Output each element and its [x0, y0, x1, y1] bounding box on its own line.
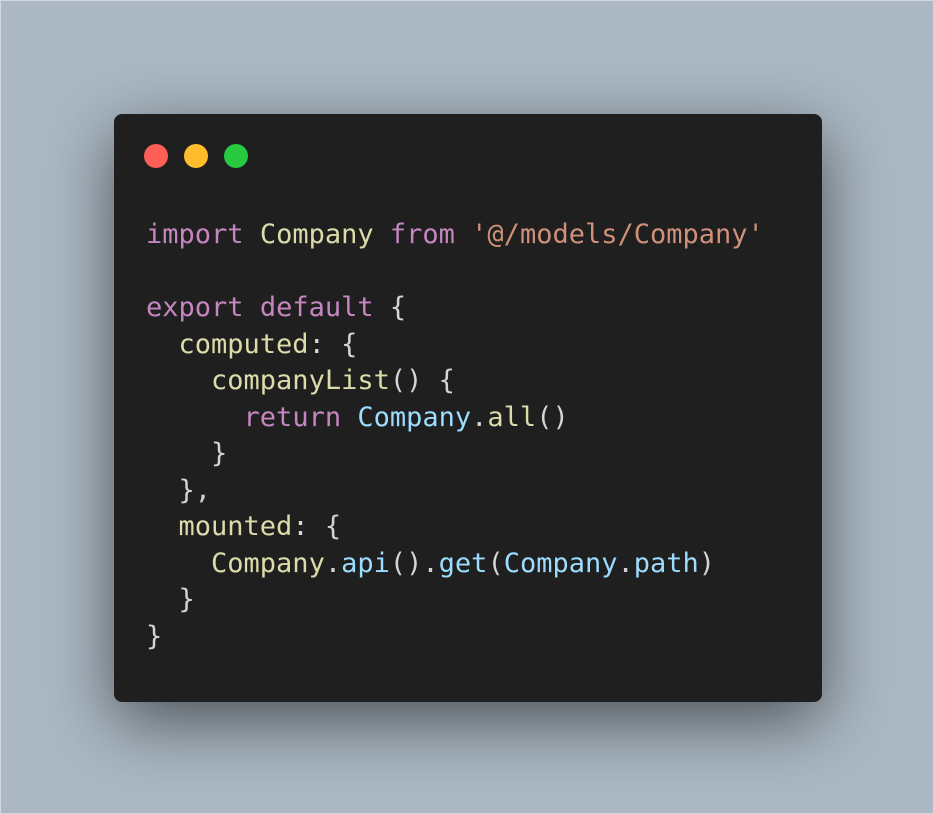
- code-window: import Company from '@/models/Company' ex…: [114, 114, 822, 702]
- code-token-variable: Company: [503, 547, 618, 579]
- code-token-variable: path: [633, 547, 699, 579]
- code-token-punctuation: [146, 548, 211, 579]
- code-line: computed: {: [146, 327, 764, 364]
- code-token-punctuation: (): [536, 401, 569, 433]
- code-token-identifier: mounted: [178, 511, 293, 542]
- code-token-punctuation: : {: [308, 328, 358, 360]
- code-token-punctuation: }: [146, 620, 163, 652]
- code-token-variable: Company: [357, 401, 472, 433]
- code-token-identifier: all: [487, 401, 537, 433]
- code-token-punctuation: [146, 365, 211, 396]
- code-token-punctuation: ): [698, 547, 716, 579]
- screenshot-background: import Company from '@/models/Company' ex…: [0, 0, 934, 814]
- code-token-punctuation: : {: [292, 511, 342, 542]
- code-line: },: [146, 473, 764, 510]
- window-controls: [144, 144, 248, 168]
- code-line: companyList() {: [146, 363, 764, 400]
- code-token-punctuation: [341, 402, 357, 433]
- code-token-keyword: default: [259, 292, 374, 323]
- code-token-keyword: from: [389, 219, 455, 250]
- code-token-keyword: export: [146, 292, 244, 323]
- code-token-variable: get: [438, 547, 488, 579]
- code-token-punctuation: }: [146, 584, 195, 615]
- code-token-identifier: companyList: [211, 365, 390, 396]
- code-token-variable: api: [341, 547, 390, 579]
- code-token-punctuation: [374, 219, 390, 250]
- code-token-keyword: return: [243, 401, 342, 433]
- code-token-identifier: computed: [178, 328, 309, 360]
- code-line: return Company.all(): [146, 400, 764, 437]
- code-token-punctuation: [146, 511, 179, 542]
- code-token-punctuation: [455, 219, 471, 250]
- code-token-identifier: Company: [259, 219, 374, 250]
- code-line: }: [146, 582, 764, 619]
- code-token-punctuation: {: [373, 292, 407, 323]
- code-token-keyword: import: [146, 219, 244, 250]
- code-block: import Company from '@/models/Company' ex…: [146, 217, 764, 655]
- code-token-punctuation: () {: [389, 365, 455, 396]
- code-line: export default {: [146, 290, 764, 327]
- code-token-punctuation: ().: [389, 547, 439, 579]
- red-circle-icon[interactable]: [144, 144, 168, 168]
- green-circle-icon[interactable]: [224, 144, 248, 168]
- code-line: }: [146, 436, 764, 473]
- code-token-punctuation: (: [487, 547, 504, 579]
- code-token-punctuation: .: [471, 401, 488, 433]
- code-token-string: '@/models/Company': [471, 219, 764, 250]
- code-token-punctuation: [146, 329, 179, 360]
- yellow-circle-icon[interactable]: [184, 144, 208, 168]
- code-token-punctuation: [146, 402, 244, 433]
- code-token-identifier: Company: [211, 547, 325, 579]
- code-line: mounted: {: [146, 509, 764, 546]
- code-token-punctuation: }: [146, 438, 228, 469]
- code-token-punctuation: },: [146, 474, 212, 506]
- code-token-punctuation: [244, 292, 260, 323]
- code-line: }: [146, 619, 764, 656]
- code-token-punctuation: .: [617, 547, 634, 579]
- code-token-punctuation: [244, 219, 260, 250]
- code-line: import Company from '@/models/Company': [146, 217, 764, 254]
- code-token-punctuation: .: [324, 547, 342, 579]
- code-line: Company.api().get(Company.path): [146, 546, 764, 583]
